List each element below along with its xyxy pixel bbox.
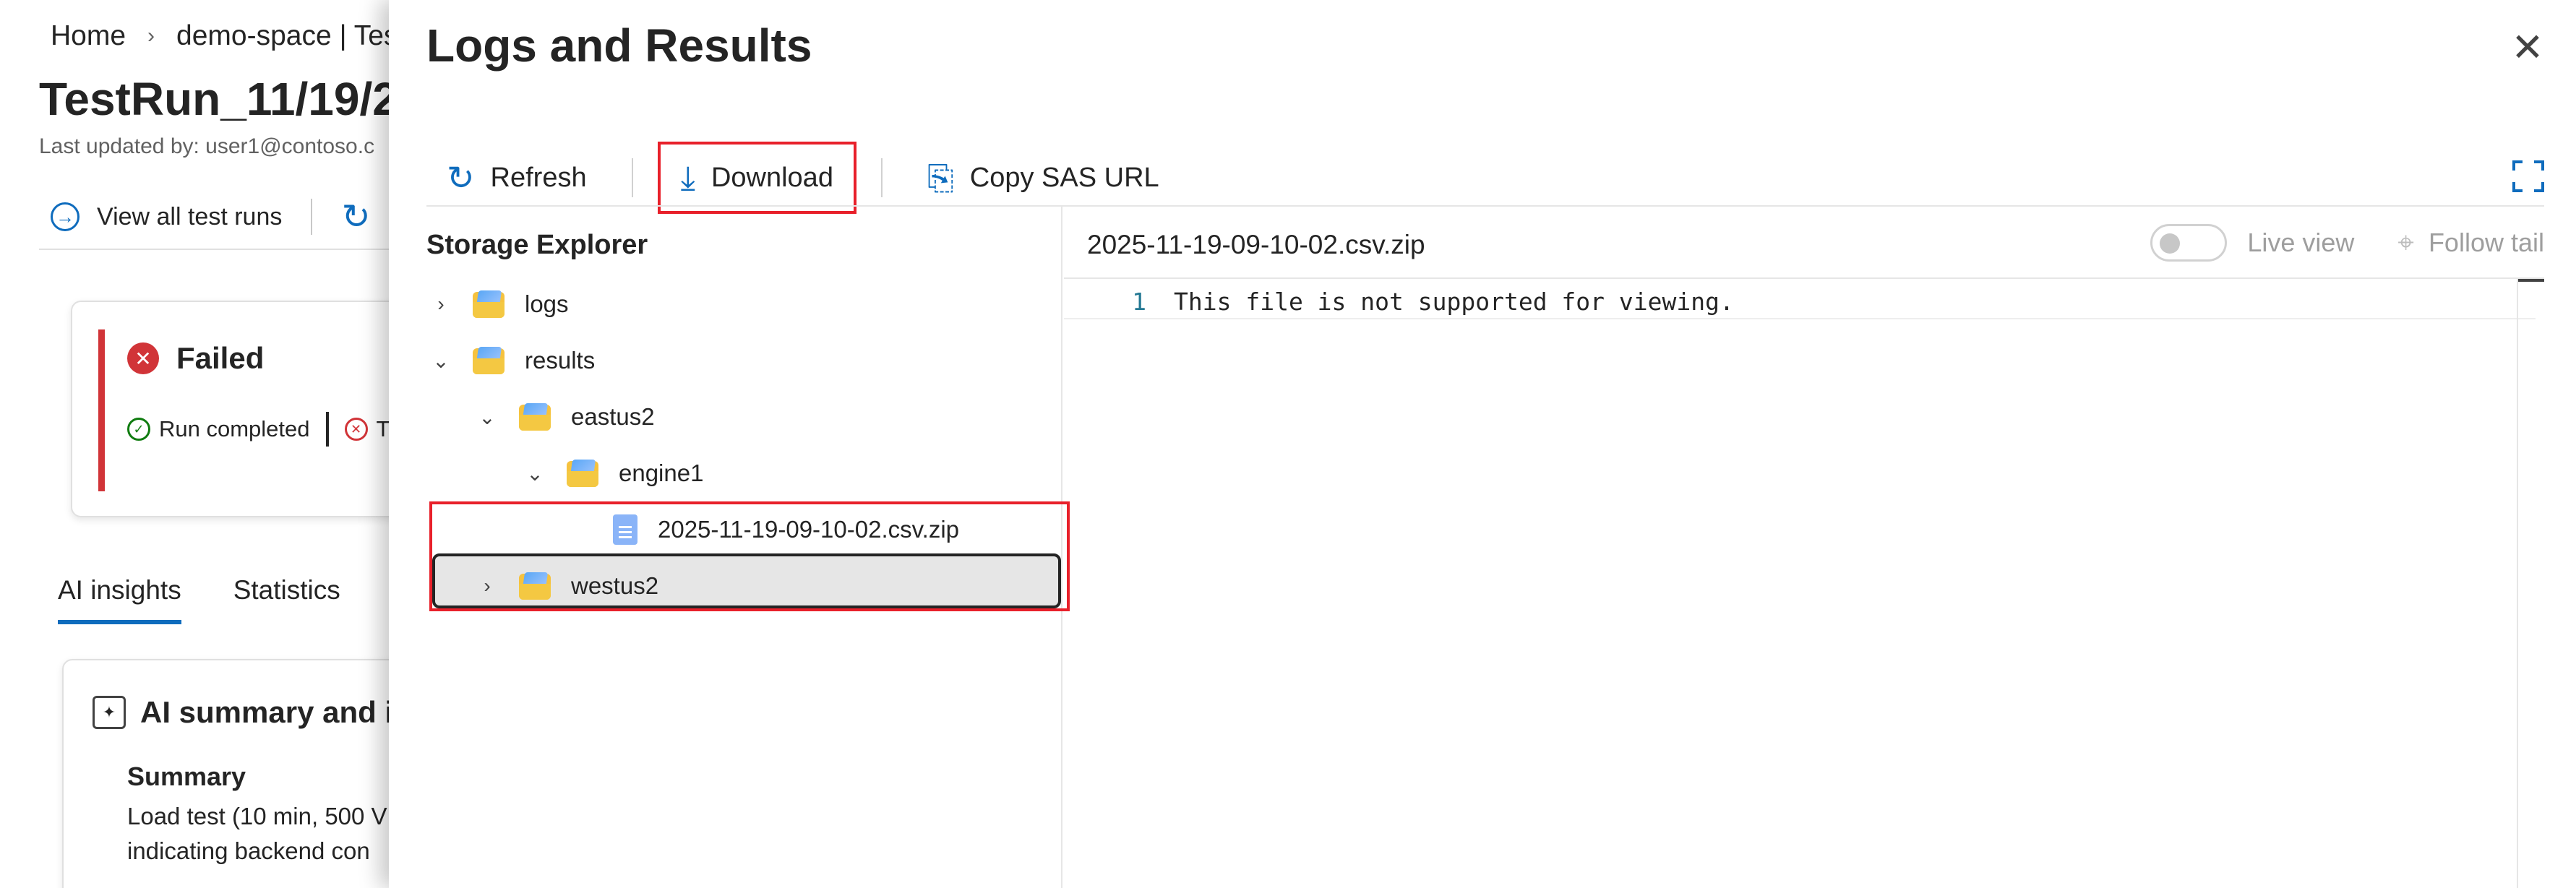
chevron-down-icon[interactable]: ⌄ bbox=[473, 405, 502, 429]
tree-item-label: results bbox=[525, 347, 596, 374]
scrollbar-thumb[interactable] bbox=[2518, 279, 2544, 282]
check-circle-icon: ✓ bbox=[127, 418, 150, 441]
panel-toolbar: ↻ Refresh ⤓ Download ⎘ Copy SAS URL bbox=[426, 142, 2544, 214]
tree-item-label: engine1 bbox=[619, 460, 704, 486]
refresh-icon: ↻ bbox=[447, 159, 475, 197]
code-editor[interactable]: 1 This file is not supported for viewing… bbox=[1064, 277, 2544, 888]
storage-explorer-title: Storage Explorer bbox=[426, 230, 648, 260]
live-view-toggle[interactable] bbox=[2150, 224, 2228, 262]
tree-item-label: logs bbox=[525, 290, 569, 317]
chevron-right-icon[interactable]: › bbox=[426, 293, 455, 316]
folder-icon bbox=[473, 347, 505, 374]
divider bbox=[39, 249, 405, 250]
status-accent-bar bbox=[98, 329, 105, 491]
tree-item-label: eastus2 bbox=[571, 403, 655, 430]
tree-item-westus2[interactable]: › westus2 bbox=[473, 561, 658, 611]
viewer-file-name: 2025-11-19-09-10-02.csv.zip bbox=[1087, 230, 1425, 259]
toolbar-divider bbox=[631, 158, 633, 197]
code-line: This file is not supported for viewing. bbox=[1174, 288, 1734, 316]
download-icon: ⤓ bbox=[680, 159, 695, 197]
tree-item-results[interactable]: ⌄ results bbox=[426, 335, 595, 386]
chevron-right-icon[interactable]: › bbox=[473, 574, 502, 598]
tree-item-csv-zip[interactable]: 2025-11-19-09-10-02.csv.zip bbox=[613, 504, 959, 555]
status-card: ✕ Failed ✓ Run completed ✕ T bbox=[71, 301, 405, 517]
folder-icon bbox=[473, 290, 505, 318]
chevron-right-icon: › bbox=[147, 24, 155, 48]
toolbar-divider bbox=[880, 158, 883, 197]
tree-item-eastus2[interactable]: ⌄ eastus2 bbox=[473, 392, 655, 442]
panel-title: Logs and Results bbox=[426, 20, 812, 72]
arrow-circle-icon: → bbox=[51, 202, 80, 231]
summary-label: Summary bbox=[127, 762, 246, 791]
copy-sas-url-label: Copy SAS URL bbox=[969, 162, 1159, 193]
tab-ai-insights[interactable]: AI insights bbox=[58, 575, 181, 624]
line-number: 1 bbox=[1132, 288, 1146, 316]
status-divider bbox=[325, 412, 329, 447]
toolbar-divider bbox=[311, 199, 313, 235]
download-label: Download bbox=[710, 162, 833, 193]
ai-summary-card: ✦ AI summary and i Summary Load test (10… bbox=[62, 659, 405, 888]
refresh-label: Refresh bbox=[490, 162, 587, 193]
breadcrumb-space[interactable]: demo-space | Tes bbox=[176, 20, 398, 52]
view-all-test-runs-button[interactable]: View all test runs bbox=[97, 203, 282, 231]
download-button[interactable]: ⤓ Download bbox=[657, 142, 856, 214]
error-circle-icon: ✕ bbox=[127, 342, 159, 374]
background-page: Home › demo-space | Tes TestRun_11/19/20… bbox=[0, 0, 405, 888]
background-toolbar: → View all test runs ↻ bbox=[51, 197, 371, 237]
chevron-down-icon[interactable]: ⌄ bbox=[520, 462, 549, 486]
close-icon[interactable]: ✕ bbox=[2510, 26, 2546, 69]
summary-line: Load test (10 min, 500 V bbox=[127, 803, 387, 829]
truncated-status-text: T bbox=[376, 416, 390, 441]
folder-icon bbox=[567, 460, 598, 487]
storage-explorer: Storage Explorer › logs ⌄ results ⌄ east… bbox=[426, 207, 1070, 888]
copy-sas-url-button[interactable]: ⎘ Copy SAS URL bbox=[907, 142, 1180, 214]
summary-line: indicating backend con bbox=[127, 837, 370, 864]
vertical-scrollbar[interactable] bbox=[2517, 279, 2544, 888]
folder-icon bbox=[519, 403, 551, 431]
file-viewer: 2025-11-19-09-10-02.csv.zip Live view ⌖ … bbox=[1064, 207, 2544, 888]
expand-icon[interactable] bbox=[2512, 160, 2544, 192]
ai-summary-title: AI summary and i bbox=[140, 695, 394, 729]
logs-and-results-panel: Logs and Results ✕ ↻ Refresh ⤓ Download … bbox=[389, 0, 2576, 888]
tab-list: AI insights Statistics bbox=[58, 575, 392, 624]
breadcrumb-home[interactable]: Home bbox=[51, 20, 126, 52]
status-text: Failed bbox=[176, 341, 265, 375]
tree-item-logs[interactable]: › logs bbox=[426, 279, 569, 329]
ai-sparkle-icon: ✦ bbox=[93, 696, 126, 729]
tree-item-label: 2025-11-19-09-10-02.csv.zip bbox=[658, 516, 960, 543]
document-icon bbox=[613, 514, 637, 545]
refresh-button[interactable]: ↻ Refresh bbox=[426, 142, 607, 214]
last-updated-text: Last updated by: user1@contoso.c bbox=[39, 134, 375, 158]
tree-item-label: westus2 bbox=[571, 572, 659, 599]
breadcrumb: Home › demo-space | Tes bbox=[51, 20, 398, 52]
rerun-icon[interactable]: ↻ bbox=[341, 197, 370, 237]
chevron-down-icon[interactable]: ⌄ bbox=[426, 349, 455, 373]
copy-icon: ⎘ bbox=[927, 159, 954, 197]
tab-statistics[interactable]: Statistics bbox=[233, 575, 340, 624]
page-title: TestRun_11/19/20 bbox=[39, 73, 405, 125]
follow-tail-button[interactable]: Follow tail bbox=[2429, 228, 2544, 258]
folder-icon bbox=[519, 572, 551, 600]
viewer-controls: Live view ⌖ Follow tail bbox=[2150, 224, 2544, 262]
run-completed-text: Run completed bbox=[159, 416, 310, 441]
tree-item-engine1[interactable]: ⌄ engine1 bbox=[520, 448, 703, 499]
pin-icon: ⌖ bbox=[2397, 226, 2414, 259]
summary-text: Load test (10 min, 500 V indicating back… bbox=[127, 799, 387, 868]
dismiss-circle-icon: ✕ bbox=[344, 418, 368, 441]
toggle-knob bbox=[2160, 233, 2181, 254]
live-view-label: Live view bbox=[2247, 228, 2355, 257]
